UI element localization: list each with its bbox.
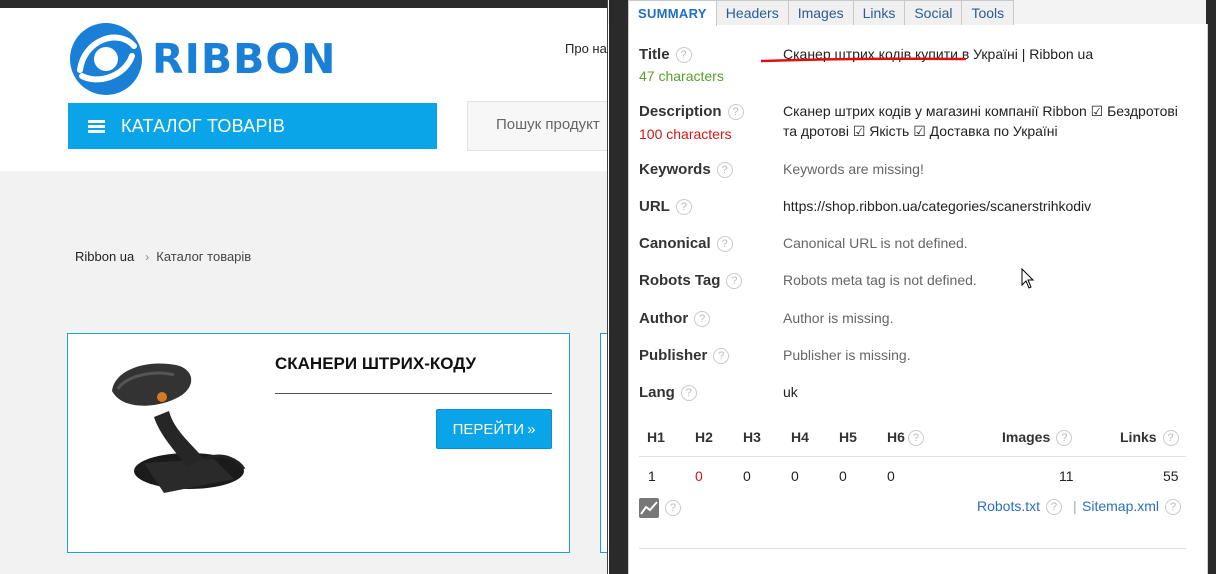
- h6-header-text: H6: [887, 429, 905, 445]
- sitemap-xml-text: Sitemap.xml: [1082, 498, 1160, 514]
- h6-count: 0: [887, 468, 895, 484]
- bottom-divider: [639, 548, 1186, 549]
- product-search-input[interactable]: Пошук продукт: [467, 101, 627, 151]
- red-underline-annotation: [760, 57, 967, 63]
- tab-tools[interactable]: Tools: [961, 0, 1015, 25]
- title-label: Title?: [639, 46, 692, 64]
- tab-links[interactable]: Links: [852, 0, 906, 25]
- product-category-title[interactable]: СКАНЕРИ ШТРИХ-КОДУ: [275, 354, 476, 374]
- breadcrumb-separator-icon: ›: [145, 249, 150, 264]
- help-icon[interactable]: ?: [675, 199, 692, 216]
- author-label: Author?: [639, 310, 711, 328]
- h3-count: 0: [743, 468, 751, 484]
- description-label-text: Description: [639, 103, 722, 120]
- h5-header: H5: [839, 429, 857, 445]
- ribbon-logo-icon: [70, 23, 142, 95]
- robots-tag-label-text: Robots Tag: [639, 272, 721, 289]
- description-value: Сканер штрих кодів у магазині компанії R…: [783, 103, 1178, 139]
- url-label: URL?: [639, 198, 692, 216]
- breadcrumb: Ribbon ua › Каталог товарів: [75, 249, 251, 264]
- go-button-label: ПЕРЕЙТИ: [452, 420, 525, 438]
- h3-header: H3: [743, 429, 761, 445]
- title-char-count: 47 characters: [639, 68, 724, 84]
- url-value[interactable]: https://shop.ribbon.ua/categories/scaner…: [783, 196, 1183, 216]
- robots-tag-label: Robots Tag?: [639, 272, 743, 290]
- keywords-value: Keywords are missing!: [783, 161, 924, 177]
- images-header: Images?: [1002, 429, 1073, 447]
- publisher-value: Publisher is missing.: [783, 347, 911, 363]
- description-char-count: 100 characters: [639, 126, 732, 142]
- help-icon[interactable]: ?: [726, 273, 743, 290]
- menu-icon: [88, 119, 105, 133]
- help-icon[interactable]: ?: [665, 500, 681, 516]
- keywords-label: Keywords?: [639, 161, 733, 179]
- catalog-button-label: КАТАЛОГ ТОВАРІВ: [121, 115, 286, 136]
- h1-count: 1: [648, 468, 656, 484]
- help-icon[interactable]: ?: [713, 348, 730, 365]
- logo-text: RIBBON: [152, 35, 337, 83]
- lang-value: uk: [783, 384, 798, 400]
- sitemap-xml-link[interactable]: Sitemap.xml?: [1082, 498, 1182, 516]
- help-icon[interactable]: ?: [1165, 499, 1182, 516]
- links-header: Links?: [1120, 429, 1179, 447]
- url-label-text: URL: [639, 198, 670, 215]
- author-label-text: Author: [639, 310, 689, 327]
- links-header-text: Links: [1120, 429, 1157, 445]
- robots-txt-link[interactable]: Robots.txt?: [977, 498, 1063, 516]
- site-logo[interactable]: RIBBON: [66, 20, 337, 98]
- lang-label-text: Lang: [639, 384, 675, 401]
- tab-social[interactable]: Social: [904, 0, 963, 25]
- mouse-cursor-icon: [1021, 268, 1035, 289]
- canonical-label-text: Canonical: [639, 235, 711, 252]
- help-icon[interactable]: ?: [1162, 430, 1179, 447]
- h4-header: H4: [791, 429, 809, 445]
- h2-header: H2: [695, 429, 713, 445]
- barcode-scanner-image: [112, 363, 246, 493]
- help-icon[interactable]: ?: [907, 430, 924, 447]
- title-label-text: Title: [639, 46, 670, 63]
- canonical-label: Canonical?: [639, 235, 733, 253]
- popup-left-frame: [609, 0, 628, 574]
- canonical-value: Canonical URL is not defined.: [783, 235, 968, 251]
- description-label: Description?: [639, 103, 744, 121]
- robots-txt-text: Robots.txt: [977, 498, 1041, 514]
- help-icon[interactable]: ?: [727, 104, 744, 121]
- h2-count: 0: [695, 468, 703, 484]
- author-value: Author is missing.: [783, 310, 894, 326]
- lang-label: Lang?: [639, 384, 697, 402]
- catalog-button[interactable]: КАТАЛОГ ТОВАРІВ: [68, 103, 437, 149]
- links-count: 55: [1163, 468, 1179, 484]
- help-icon[interactable]: ?: [716, 236, 733, 253]
- help-icon[interactable]: ?: [716, 162, 733, 179]
- images-header-text: Images: [1002, 429, 1051, 445]
- link-separator: |: [1073, 498, 1077, 514]
- seo-tabs: SUMMARY Headers Images Links Social Tool…: [628, 0, 1015, 26]
- double-chevron-right-icon: »: [527, 420, 536, 438]
- h1-header: H1: [647, 429, 665, 445]
- tab-summary[interactable]: SUMMARY: [628, 0, 717, 26]
- images-count: 11: [1059, 468, 1074, 484]
- go-to-category-button[interactable]: ПЕРЕЙТИ »: [436, 409, 552, 449]
- help-icon[interactable]: ?: [1046, 499, 1063, 516]
- help-icon[interactable]: ?: [694, 311, 711, 328]
- publisher-label-text: Publisher: [639, 347, 708, 364]
- help-icon[interactable]: ?: [680, 385, 697, 402]
- h6-header: H6?: [887, 429, 924, 447]
- breadcrumb-current: Каталог товарів: [156, 249, 252, 264]
- keywords-label-text: Keywords: [639, 161, 711, 178]
- chart-icon[interactable]: [639, 498, 659, 518]
- about-link[interactable]: Про на: [565, 41, 607, 56]
- table-divider: [639, 456, 1186, 457]
- h5-count: 0: [839, 468, 847, 484]
- help-icon[interactable]: ?: [1056, 430, 1073, 447]
- help-icon[interactable]: ?: [675, 47, 692, 64]
- product-divider: [275, 393, 552, 394]
- robots-tag-value: Robots meta tag is not defined.: [783, 272, 977, 288]
- product-category-card[interactable]: СКАНЕРИ ШТРИХ-КОДУ ПЕРЕЙТИ »: [67, 333, 570, 553]
- tab-headers[interactable]: Headers: [715, 0, 789, 25]
- breadcrumb-home[interactable]: Ribbon ua: [75, 249, 134, 264]
- h4-count: 0: [791, 468, 799, 484]
- tab-images[interactable]: Images: [787, 0, 854, 25]
- publisher-label: Publisher?: [639, 347, 730, 365]
